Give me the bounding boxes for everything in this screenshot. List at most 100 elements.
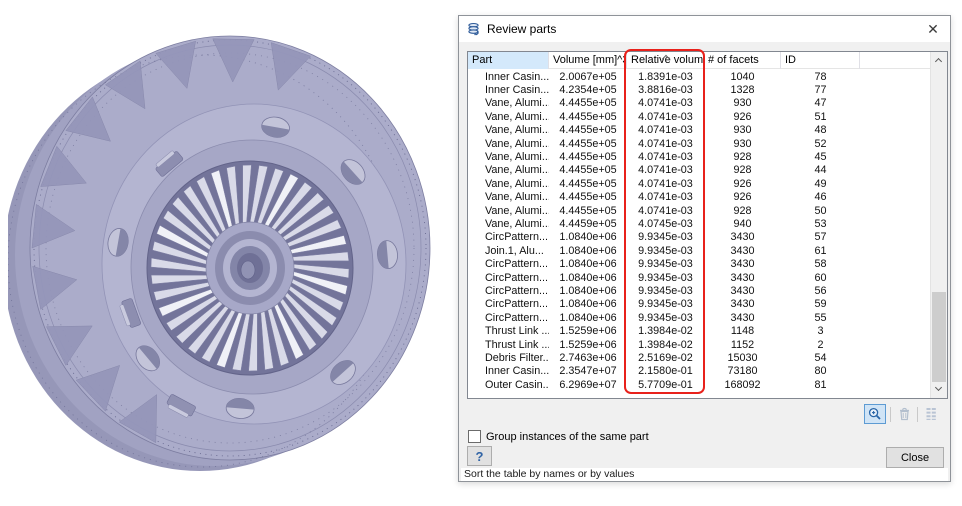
cad-3d-viewport[interactable] [8, 18, 453, 488]
cell-value: 2.7463e+06 [549, 352, 627, 364]
table-row[interactable]: CircPattern....1.0840e+069.9345e-0334305… [468, 311, 930, 324]
cell-value: 4.4455e+05 [549, 191, 627, 203]
table-row[interactable]: Inner Casin...4.2354e+053.8816e-03132877 [468, 83, 930, 96]
cell-value: 2.3547e+07 [549, 365, 627, 377]
table-row[interactable]: CircPattern....1.0840e+069.9345e-0334305… [468, 231, 930, 244]
cell-value: 4.4455e+05 [549, 178, 627, 190]
vertical-scrollbar[interactable] [930, 52, 947, 398]
table-row[interactable]: Inner Casin...2.3547e+072.1580e-01731808… [468, 365, 930, 378]
cell-value: 4.0741e-03 [627, 111, 704, 123]
cell-value: 59 [781, 298, 860, 310]
close-icon[interactable]: ✕ [916, 16, 950, 42]
cell-part-name: Vane, Alumi... [468, 97, 549, 109]
table-row[interactable]: Join.1, Alu...1.0840e+069.9345e-03343061 [468, 244, 930, 257]
cell-part-name: Vane, Alumi... [468, 205, 549, 217]
table-row[interactable]: Thrust Link ...1.5259e+061.3984e-0211522 [468, 338, 930, 351]
table-row[interactable]: Vane, Alumi...4.4459e+054.0745e-0394053 [468, 217, 930, 230]
table-row[interactable]: Vane, Alumi...4.4455e+054.0741e-0392646 [468, 191, 930, 204]
cell-value: 926 [704, 178, 781, 190]
cell-value: 3430 [704, 285, 781, 297]
dialog-titlebar[interactable]: Review parts ✕ [459, 16, 950, 42]
cell-value: 3430 [704, 312, 781, 324]
cell-part-name: CircPattern.... [468, 258, 549, 270]
table-row[interactable]: Vane, Alumi...4.4455e+054.0741e-0393052 [468, 137, 930, 150]
cell-value: 930 [704, 138, 781, 150]
scrollbar-thumb[interactable] [932, 292, 946, 382]
cell-value: 9.9345e-03 [627, 285, 704, 297]
cell-value: 4.4455e+05 [549, 164, 627, 176]
table-row[interactable]: Vane, Alumi...4.4455e+054.0741e-0392844 [468, 164, 930, 177]
cell-value: 77 [781, 84, 860, 96]
group-instances-option[interactable]: Group instances of the same part [468, 430, 649, 443]
cell-value: 4.4455e+05 [549, 138, 627, 150]
table-row[interactable]: Vane, Alumi...4.4455e+054.0741e-0392651 [468, 110, 930, 123]
table-row[interactable]: Vane, Alumi...4.4455e+054.0741e-0392649 [468, 177, 930, 190]
cell-value: 56 [781, 285, 860, 297]
cell-value: 2.0067e+05 [549, 71, 627, 83]
cell-value: 4.0745e-03 [627, 218, 704, 230]
table-row[interactable]: CircPattern....1.0840e+069.9345e-0334305… [468, 257, 930, 270]
cell-value: 73180 [704, 365, 781, 377]
spring-part-icon [467, 22, 481, 36]
table-row[interactable]: Vane, Alumi...4.4455e+054.0741e-0392850 [468, 204, 930, 217]
table-row[interactable]: Thrust Link ...1.5259e+061.3984e-0211483 [468, 324, 930, 337]
cell-value: 4.0741e-03 [627, 124, 704, 136]
cell-value: 81 [781, 379, 860, 391]
toolbar-separator [890, 407, 891, 422]
column-header-relative-volume[interactable]: Relative volume [627, 52, 704, 69]
zoom-in-button[interactable] [864, 404, 886, 424]
cell-part-name: Inner Casin... [468, 71, 549, 83]
cell-value: 9.9345e-03 [627, 312, 704, 324]
cell-value: 940 [704, 218, 781, 230]
table-row[interactable]: Vane, Alumi...4.4455e+054.0741e-0392845 [468, 150, 930, 163]
cell-part-name: Debris Filter... [468, 352, 549, 364]
help-button[interactable]: ? [467, 446, 492, 466]
cell-value: 4.4459e+05 [549, 218, 627, 230]
cell-value: 4.2354e+05 [549, 84, 627, 96]
cell-value: 1.0840e+06 [549, 245, 627, 257]
cell-part-name: Vane, Alumi... [468, 178, 549, 190]
cell-value: 3430 [704, 245, 781, 257]
scroll-up-button[interactable] [931, 52, 947, 69]
parts-table[interactable]: PartVolume [mm]^3Relative volume# of fac… [467, 51, 948, 399]
table-row[interactable]: CircPattern....1.0840e+069.9345e-0334305… [468, 298, 930, 311]
toolbar-separator [917, 407, 918, 422]
cell-part-name: Join.1, Alu... [468, 245, 549, 257]
column-header-id[interactable]: ID [781, 52, 860, 69]
table-row[interactable]: Outer Casin...6.2969e+075.7709e-01168092… [468, 378, 930, 391]
table-row[interactable]: Debris Filter...2.7463e+062.5169e-021503… [468, 351, 930, 364]
cell-part-name: Thrust Link ... [468, 339, 549, 351]
cell-value: 926 [704, 111, 781, 123]
group-instances-checkbox[interactable] [468, 430, 481, 443]
cell-value: 4.0741e-03 [627, 138, 704, 150]
table-row[interactable]: Vane, Alumi...4.4455e+054.0741e-0393048 [468, 124, 930, 137]
cell-value: 928 [704, 164, 781, 176]
cell-value: 1.0840e+06 [549, 285, 627, 297]
table-row[interactable]: CircPattern....1.0840e+069.9345e-0334306… [468, 271, 930, 284]
close-button[interactable]: Close [886, 447, 944, 468]
cell-value: 54 [781, 352, 860, 364]
table-row[interactable]: Vane, Alumi...4.4455e+054.0741e-0393047 [468, 97, 930, 110]
table-toolbar [864, 404, 940, 424]
scroll-down-button[interactable] [931, 381, 947, 398]
cell-value: 1040 [704, 71, 781, 83]
cell-value: 45 [781, 151, 860, 163]
delete-row-button[interactable] [895, 404, 913, 424]
column-header-volume-mm-3[interactable]: Volume [mm]^3 [549, 52, 627, 69]
compare-columns-button[interactable] [922, 404, 940, 424]
cell-value: 4.0741e-03 [627, 97, 704, 109]
cell-value: 4.4455e+05 [549, 151, 627, 163]
cell-part-name: Thrust Link ... [468, 325, 549, 337]
cell-value: 57 [781, 231, 860, 243]
table-row[interactable]: CircPattern....1.0840e+069.9345e-0334305… [468, 284, 930, 297]
cell-value: 4.0741e-03 [627, 151, 704, 163]
column-header--of-facets[interactable]: # of facets [704, 52, 781, 69]
cell-value: 1.8391e-03 [627, 71, 704, 83]
cell-value: 926 [704, 191, 781, 203]
cell-value: 1.5259e+06 [549, 325, 627, 337]
table-row[interactable]: Inner Casin...2.0067e+051.8391e-03104078 [468, 70, 930, 83]
status-bar: Sort the table by names or by values [461, 468, 948, 481]
dialog-title: Review parts [487, 22, 556, 36]
cell-value: 61 [781, 245, 860, 257]
column-header-part[interactable]: Part [468, 52, 549, 69]
